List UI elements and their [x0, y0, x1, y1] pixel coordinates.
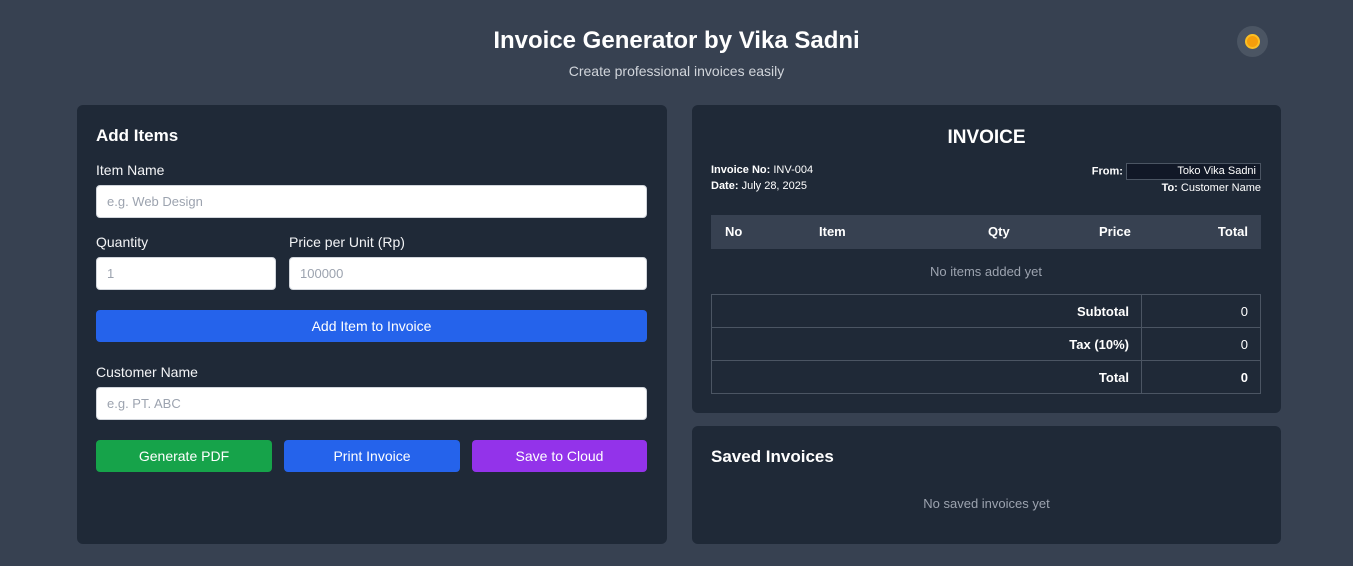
customer-name-label: Customer Name [96, 364, 198, 380]
sun-icon [1247, 36, 1258, 47]
invoice-number-value: INV-004 [773, 164, 814, 176]
column-total: Total [1217, 224, 1248, 239]
to-label: To: [1161, 182, 1178, 194]
invoice-to: To: Customer Name [1162, 181, 1261, 195]
theme-toggle-button[interactable] [1237, 26, 1268, 57]
invoice-number: Invoice No: INV-004 [711, 163, 813, 177]
invoice-from: From: Toko Vika Sadni [1092, 163, 1261, 180]
page-title: Invoice Generator by Vika Sadni [493, 27, 860, 54]
column-price: Price [1099, 224, 1131, 239]
invoice-title: INVOICE [947, 127, 1026, 148]
saved-invoices-empty: No saved invoices yet [923, 496, 1050, 511]
save-to-cloud-button[interactable]: Save to Cloud [472, 440, 647, 472]
item-name-label: Item Name [96, 162, 165, 178]
items-table-header: No Item Qty Price Total [711, 215, 1261, 249]
total-label: Total [711, 360, 1142, 394]
totals-table: Subtotal 0 Tax (10%) 0 Total 0 [711, 294, 1261, 394]
column-no: No [725, 224, 743, 239]
invoice-date-value: July 28, 2025 [741, 180, 808, 192]
to-value: Customer Name [1180, 182, 1261, 194]
total-row: Total 0 [711, 360, 1261, 394]
print-invoice-button[interactable]: Print Invoice [284, 440, 460, 472]
from-input[interactable]: Toko Vika Sadni [1126, 163, 1261, 180]
quantity-input[interactable]: 1 [96, 257, 276, 290]
tax-row: Tax (10%) 0 [711, 327, 1261, 361]
generate-pdf-button[interactable]: Generate PDF [96, 440, 272, 472]
quantity-label: Quantity [96, 234, 149, 250]
invoice-date: Date: July 28, 2025 [711, 179, 807, 193]
invoice-number-label: Invoice No: [711, 164, 771, 176]
add-items-panel: Add Items Item Name e.g. Web Design Quan… [77, 105, 667, 544]
subtotal-value: 0 [1141, 294, 1261, 328]
tax-value: 0 [1141, 327, 1261, 361]
saved-invoices-panel: Saved Invoices No saved invoices yet [692, 426, 1281, 544]
subtotal-label: Subtotal [711, 294, 1142, 328]
add-item-button[interactable]: Add Item to Invoice [96, 310, 647, 342]
customer-name-input[interactable]: e.g. PT. ABC [96, 387, 647, 420]
page-subtitle: Create professional invoices easily [568, 63, 785, 79]
invoice-date-label: Date: [711, 180, 739, 192]
tax-label: Tax (10%) [711, 327, 1142, 361]
total-value: 0 [1141, 360, 1261, 394]
column-qty: Qty [988, 224, 1010, 239]
add-items-heading: Add Items [96, 126, 179, 145]
invoice-preview-panel: INVOICE Invoice No: INV-004 Date: July 2… [692, 105, 1281, 413]
price-input[interactable]: 100000 [289, 257, 647, 290]
subtotal-row: Subtotal 0 [711, 294, 1261, 328]
empty-items-message: No items added yet [929, 264, 1042, 279]
column-item: Item [819, 224, 846, 239]
price-label: Price per Unit (Rp) [289, 234, 405, 250]
from-label: From: [1091, 165, 1123, 178]
item-name-input[interactable]: e.g. Web Design [96, 185, 647, 218]
saved-invoices-heading: Saved Invoices [711, 447, 834, 466]
